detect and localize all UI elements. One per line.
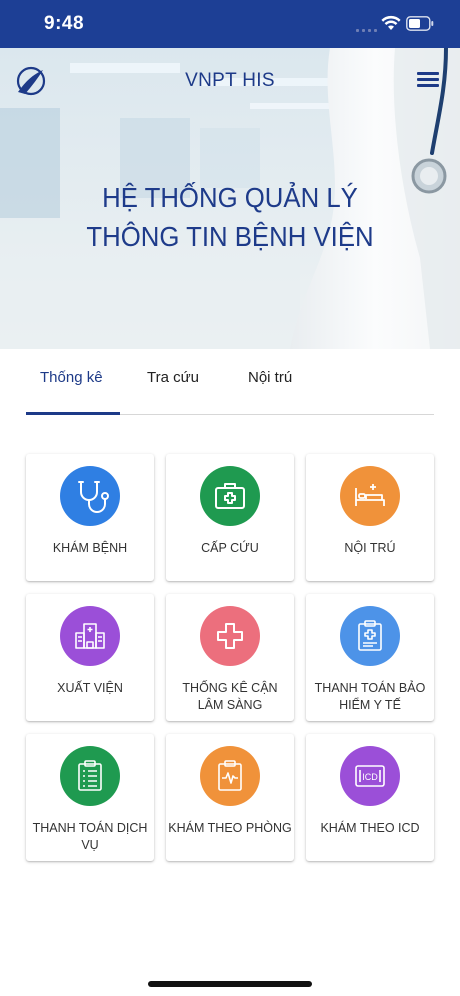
card-label: THANH TOÁN DỊCH VỤ [32,821,148,852]
cellular-signal-icon [356,27,378,32]
home-indicator[interactable] [148,981,312,987]
medical-cross-icon [200,606,260,666]
status-bar: 9:48 [0,0,460,48]
battery-icon [406,16,434,31]
card-label: KHÁM THEO PHÒNG [168,821,292,835]
tab-bar: Thống kê Tra cứu Nội trú [26,349,434,417]
tab-tra-cuu[interactable]: Tra cứu [147,369,199,386]
hero-title-line1: HỆ THỐNG QUẢN LÝ [102,182,358,213]
app-title: VNPT HIS [185,70,275,91]
insurance-clipboard-icon [340,606,400,666]
checklist-icon [60,746,120,806]
card-label: THANH TOÁN BẢO HIỂM Y TẾ [314,681,426,712]
active-tab-indicator [26,412,120,415]
card-label: KHÁM BỆNH [52,541,128,555]
card-label: THỐNG KÊ CẬN LÂM SÀNG [182,681,278,712]
card-kham-theo-icd[interactable]: ICD KHÁM THEO ICD [306,734,434,861]
hospital-bed-icon [340,466,400,526]
card-label: KHÁM THEO ICD [320,821,420,835]
heartbeat-clipboard-icon [200,746,260,806]
card-label: XUẤT VIỆN [57,681,123,695]
hero-title-line2: THÔNG TIN BỆNH VIỆN [86,221,374,252]
card-noi-tru[interactable]: NỘI TRÚ [306,454,434,581]
card-label: CẤP CỨU [201,541,259,555]
svg-text:ICD: ICD [362,772,378,782]
wifi-icon [381,15,401,30]
card-xuat-vien[interactable]: XUẤT VIỆN [26,594,154,721]
status-time: 9:48 [44,13,85,34]
hero-title: HỆ THỐNG QUẢN LÝ THÔNG TIN BỆNH VIỆN [18,178,441,256]
card-thanh-toan-bhyt[interactable]: THANH TOÁN BẢO HIỂM Y TẾ [306,594,434,721]
first-aid-kit-icon [200,466,260,526]
card-cap-cuu[interactable]: CẤP CỨU [166,454,294,581]
tab-noi-tru[interactable]: Nội trú [248,369,292,386]
hospital-building-icon [60,606,120,666]
card-thanh-toan-dich-vu[interactable]: THANH TOÁN DỊCH VỤ [26,734,154,861]
card-kham-benh[interactable]: KHÁM BỆNH [26,454,154,581]
card-thong-ke-can-lam-sang[interactable]: THỐNG KÊ CẬN LÂM SÀNG [166,594,294,721]
card-label: NỘI TRÚ [344,541,396,555]
hero-banner: VNPT HIS HỆ THỐNG QUẢN LÝ THÔNG TIN BỆNH… [0,48,460,349]
card-kham-theo-phong[interactable]: KHÁM THEO PHÒNG [166,734,294,861]
icd-card-icon: ICD [340,746,400,806]
stethoscope-icon [60,466,120,526]
tab-thong-ke[interactable]: Thống kê [40,369,103,386]
hamburger-menu-icon[interactable] [417,72,439,88]
